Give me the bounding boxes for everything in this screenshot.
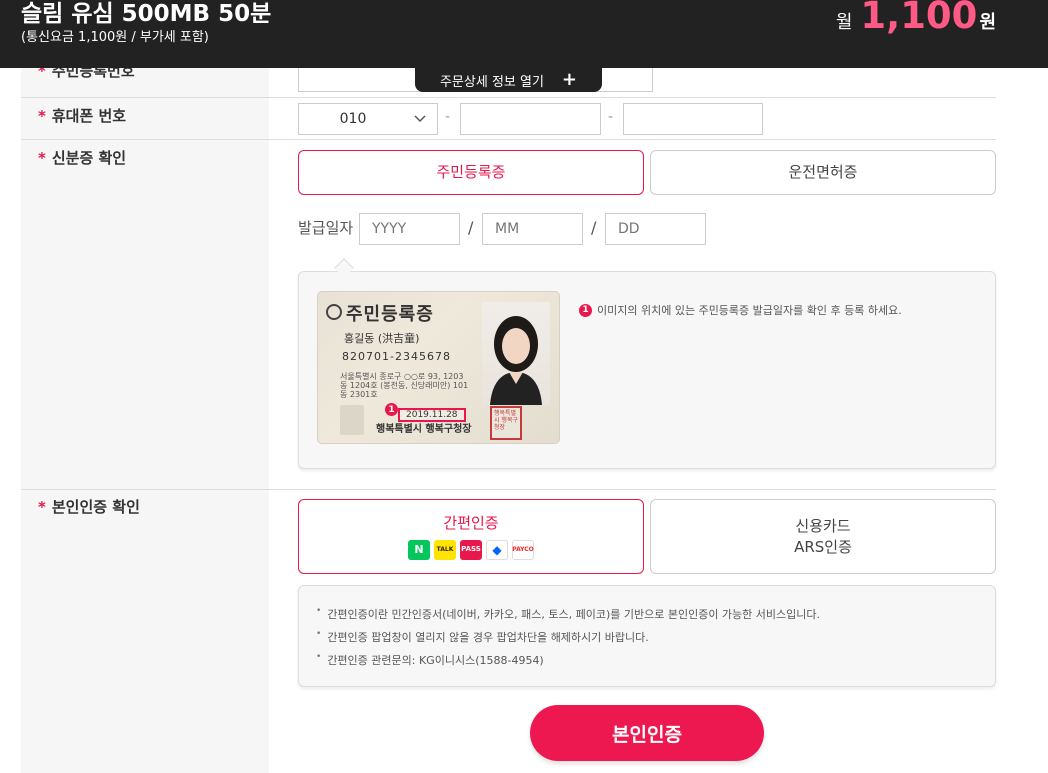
auth-option-simple[interactable]: 간편인증 N TALK PASS ◆ PAYCO bbox=[298, 499, 644, 574]
phone-separator: - bbox=[445, 109, 451, 125]
row-divider bbox=[21, 489, 996, 490]
resident-card-sample-image: 주민등록증 홍길동 (洪吉童) 820701-2345678 서울특별시 종로구… bbox=[317, 291, 560, 444]
pass-icon: PASS bbox=[460, 540, 482, 560]
hint-badge: 1 bbox=[579, 303, 592, 317]
notice-item: • 간편인증 관련문의: KG이니시스(1588-4954) bbox=[316, 652, 544, 667]
order-detail-toggle-label: 주문상세 정보 열기 bbox=[439, 74, 544, 90]
date-separator: / bbox=[591, 218, 597, 237]
notice-item: • 간편인증 팝업창이 열리지 않을 경우 팝업차단을 해제하시기 바랍니다. bbox=[316, 629, 649, 644]
issue-day-input[interactable] bbox=[605, 213, 706, 245]
price-prefix: 월 bbox=[835, 12, 853, 33]
phone-last-input[interactable] bbox=[623, 103, 763, 135]
card-photo bbox=[482, 302, 550, 405]
card-issuer: 행복특별시 행복구청장 bbox=[376, 424, 472, 435]
monthly-price: 월 1,100 원 bbox=[836, 0, 996, 37]
card-name: 홍길동 (洪吉童) bbox=[344, 332, 420, 345]
kakao-talk-icon: TALK bbox=[434, 540, 456, 560]
plus-icon: + bbox=[561, 69, 578, 90]
hint-text: 이미지의 위치에 있는 주민등록증 발급일자를 확인 후 등록 하세요. bbox=[597, 304, 902, 317]
auth-notice-list: • 간편인증이란 민간인증서(네이버, 카카오, 패스, 토스, 페이코)를 기반… bbox=[316, 606, 820, 675]
date-separator: / bbox=[468, 218, 474, 237]
phone-label: * 휴대폰 번호 bbox=[38, 107, 127, 125]
phone-prefix-value: 010 bbox=[339, 111, 367, 127]
card-seal: 행복특별시 행복구청장 bbox=[490, 406, 522, 440]
phone-middle-input[interactable] bbox=[460, 103, 601, 135]
emblem-icon bbox=[326, 304, 342, 320]
phone-prefix-select[interactable]: 010 bbox=[298, 103, 438, 135]
payco-icon: PAYCO bbox=[512, 540, 534, 560]
auth-label: * 본인인증 확인 bbox=[38, 498, 140, 516]
portrait-icon bbox=[490, 316, 542, 405]
auth-option-card-line2: ARS인증 bbox=[794, 537, 852, 556]
toss-icon: ◆ bbox=[486, 540, 508, 560]
issue-date-hint: 1 이미지의 위치에 있는 주민등록증 발급일자를 확인 후 등록 하세요. bbox=[579, 302, 902, 318]
order-form-page: 슬림 유심 500MB 50분 (통신요금 1,100원 / 부가세 포함) 월… bbox=[0, 0, 1048, 773]
id-option-driver-license[interactable]: 운전면허증 bbox=[650, 150, 996, 195]
issue-date-label: 발급일자 bbox=[298, 219, 354, 237]
price-suffix: 원 bbox=[979, 12, 996, 33]
id-check-label: * 신분증 확인 bbox=[38, 149, 127, 167]
plan-name: 슬림 유심 500MB 50분 bbox=[21, 1, 272, 27]
auth-option-simple-label: 간편인증 bbox=[443, 514, 499, 532]
plan-subtext: (통신요금 1,100원 / 부가세 포함) bbox=[21, 30, 209, 45]
auth-option-card-line1: 신용카드 bbox=[795, 516, 851, 535]
price-amount: 1,100 bbox=[860, 0, 978, 37]
naver-icon: N bbox=[408, 540, 430, 560]
card-title: 주민등록증 bbox=[346, 304, 434, 325]
card-badge: 1 bbox=[385, 403, 398, 416]
plan-summary-bar: 슬림 유심 500MB 50분 (통신요금 1,100원 / 부가세 포함) 월… bbox=[0, 0, 1048, 68]
row-divider bbox=[21, 139, 996, 140]
phone-separator: - bbox=[608, 109, 614, 125]
order-detail-toggle-button[interactable]: 주문상세 정보 열기 + bbox=[415, 68, 602, 92]
notice-item: • 간편인증이란 민간인증서(네이버, 카카오, 패스, 토스, 페이코)를 기반… bbox=[316, 606, 821, 621]
verify-identity-button[interactable]: 본인인증 bbox=[530, 705, 764, 761]
row-divider bbox=[21, 97, 996, 98]
issue-year-input[interactable] bbox=[359, 213, 460, 245]
chevron-down-icon bbox=[414, 115, 426, 123]
issue-month-input[interactable] bbox=[482, 213, 583, 245]
card-number: 820701-2345678 bbox=[342, 350, 451, 363]
id-option-resident-card[interactable]: 주민등록증 bbox=[298, 150, 644, 195]
card-address: 서울특별시 종로구 ○○로 93, 1203동 1204호 (봉천동, 신당래미… bbox=[340, 372, 469, 400]
card-mini-photo bbox=[340, 405, 364, 435]
auth-option-card-ars[interactable]: 신용카드 ARS인증 bbox=[650, 499, 996, 574]
auth-provider-icons: N TALK PASS ◆ PAYCO bbox=[408, 540, 534, 560]
